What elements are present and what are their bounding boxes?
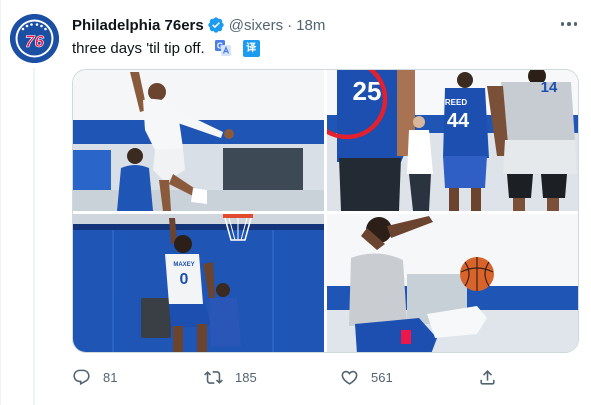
retweet-count: 185 <box>235 369 257 385</box>
logo-text: 76 <box>25 32 44 51</box>
like-button[interactable]: 561 <box>340 365 393 389</box>
jersey-name-reed: REED <box>445 98 467 107</box>
reply-count: 81 <box>103 369 118 385</box>
jersey-name-maxey: MAXEY <box>173 262 194 268</box>
like-count: 561 <box>371 369 393 385</box>
photo-team-jerseys[interactable]: 25 REED 44 14 <box>327 70 578 211</box>
photo-maxey-layup[interactable]: MAXEY 0 <box>73 214 324 352</box>
reply-button[interactable]: 81 <box>72 365 117 389</box>
reply-icon <box>73 369 90 385</box>
translate-button-icon[interactable]: 译 <box>242 39 260 57</box>
tweet-text: three days 'til tip off. <box>72 39 205 57</box>
retweet-icon <box>204 370 223 384</box>
photo-dunk-drill[interactable] <box>73 70 324 211</box>
tweet-header: Philadelphia 76ers @sixers · 18m <box>72 15 325 35</box>
user-handle[interactable]: @sixers <box>229 17 283 34</box>
more-options-icon[interactable] <box>557 16 581 32</box>
jersey-number-0: 0 <box>180 271 189 288</box>
timestamp[interactable]: 18m <box>296 17 325 34</box>
verified-badge-icon <box>207 16 225 34</box>
timeline-left-border <box>0 0 1 405</box>
jersey-number-44: 44 <box>447 110 470 132</box>
retweet-button[interactable]: 185 <box>204 365 257 389</box>
tweet-actions-bar: 81 185 561 <box>72 365 512 389</box>
thread-line <box>33 68 35 405</box>
jersey-number-25: 25 <box>353 76 382 106</box>
share-icon <box>480 369 495 385</box>
tweet-text-row: three days 'til tip off. G 译 <box>72 38 260 58</box>
sixers-logo-icon: 76 <box>10 14 59 63</box>
separator-dot: · <box>287 16 293 34</box>
avatar[interactable]: 76 <box>10 14 59 63</box>
heart-icon <box>341 370 358 385</box>
display-name[interactable]: Philadelphia 76ers <box>72 17 204 34</box>
jersey-number-14: 14 <box>541 79 558 96</box>
share-button[interactable] <box>478 365 497 389</box>
photo-dunk-closeup[interactable] <box>327 214 578 352</box>
translate-icon[interactable]: G <box>214 40 231 56</box>
tweet-media-grid[interactable]: 25 REED 44 14 MAXEY 0 <box>72 69 579 353</box>
